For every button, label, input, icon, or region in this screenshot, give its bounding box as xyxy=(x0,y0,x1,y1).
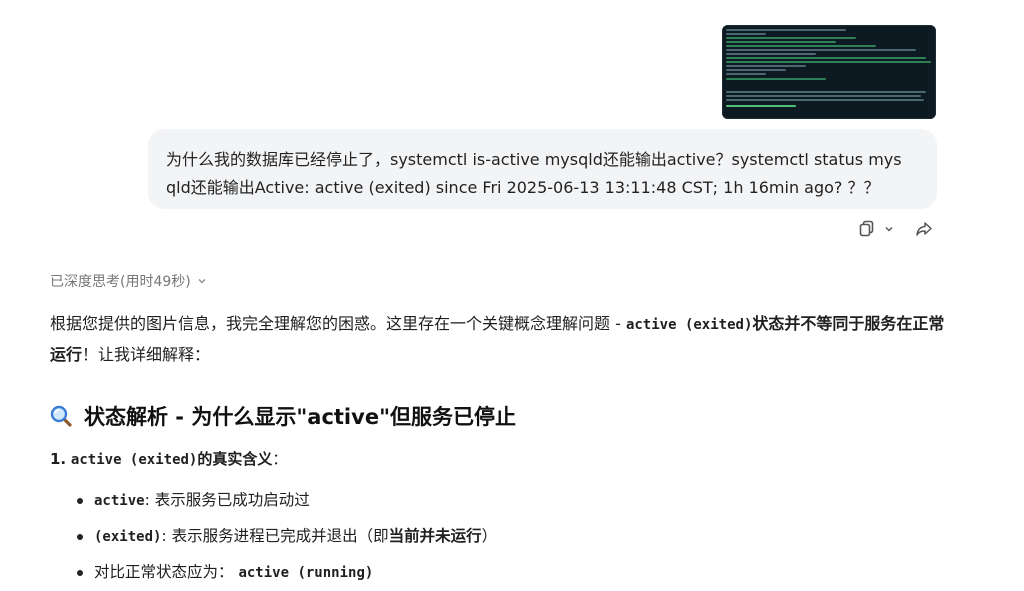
thinking-toggle[interactable]: 已深度思考(用时49秒) xyxy=(50,271,207,291)
user-message-line: 为什么我的数据库已经停止了，systemctl is-active mysqld… xyxy=(166,150,902,169)
inline-code: (exited) xyxy=(94,529,162,545)
section-heading: 状态解析 - 为什么显示"active"但服务已停止 xyxy=(50,401,950,431)
list-item: (exited): 表示服务进程已完成并退出（即当前并未运行） xyxy=(50,519,950,555)
inline-code: active xyxy=(94,493,145,509)
share-button[interactable] xyxy=(894,219,934,239)
bullet-list: active: 表示服务已成功启动过 (exited): 表示服务进程已完成并退… xyxy=(50,483,950,591)
message-actions xyxy=(858,217,934,241)
copy-options-button[interactable] xyxy=(876,224,894,234)
magnifier-icon xyxy=(50,405,72,427)
share-icon xyxy=(916,222,932,236)
ordered-colon: ： xyxy=(272,450,288,468)
ordered-number: 1. xyxy=(50,450,67,468)
inline-code: active (exited) xyxy=(70,452,198,468)
bullet-text: : 表示服务已成功启动过 xyxy=(144,491,310,509)
answer-intro: 根据您提供的图片信息，我完全理解您的困惑。这里存在一个关键概念理解问题 - ac… xyxy=(50,309,950,369)
inline-code: active (running) xyxy=(238,565,374,581)
list-item: 对比正常状态应为： active (running) xyxy=(50,555,950,591)
bullet-bold: 当前并未运行 xyxy=(388,527,482,545)
heading-text: 状态解析 - 为什么显示"active"但服务已停止 xyxy=(84,405,517,429)
ordered-title: 的真实含义 xyxy=(197,450,273,468)
user-message-line: qld还能输出Active: active (exited) since Fri… xyxy=(166,178,880,197)
ordered-item: 1. active (exited)的真实含义： xyxy=(50,448,950,471)
chevron-down-icon xyxy=(885,227,893,232)
terminal-screenshot[interactable] xyxy=(722,25,936,119)
assistant-answer: 根据您提供的图片信息，我完全理解您的困惑。这里存在一个关键概念理解问题 - ac… xyxy=(50,309,950,591)
copy-icon xyxy=(859,220,874,237)
bullet-text: : 表示服务进程已完成并退出（即 xyxy=(161,527,389,545)
copy-button[interactable] xyxy=(858,220,876,238)
bullet-tail: ） xyxy=(481,527,498,545)
intro-text: 根据您提供的图片信息，我完全理解您的困惑。这里存在一个关键概念理解问题 - xyxy=(50,314,626,333)
thinking-label: 已深度思考(用时49秒) xyxy=(50,274,191,290)
intro-tail: ！让我详细解释： xyxy=(82,345,211,364)
user-message-bubble: 为什么我的数据库已经停止了，systemctl is-active mysqld… xyxy=(148,129,937,209)
bullet-text: 对比正常状态应为： xyxy=(94,563,234,581)
list-item: active: 表示服务已成功启动过 xyxy=(50,483,950,519)
chevron-down-icon xyxy=(198,279,206,284)
inline-code: active (exited) xyxy=(625,317,753,333)
